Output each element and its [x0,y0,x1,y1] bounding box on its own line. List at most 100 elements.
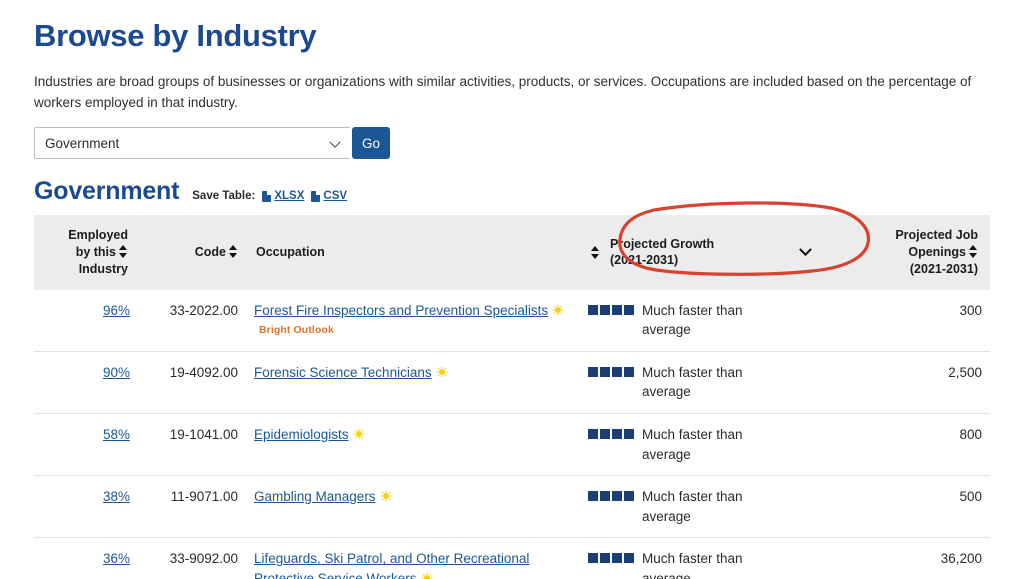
growth-bar [588,553,598,564]
table-body: 96% 33-2022.00 Forest Fire Inspectors and … [34,289,990,579]
cell-projected-openings: 36,200 [834,537,990,579]
cell-projected-openings: 2,500 [834,351,990,415]
file-xlsx-icon [262,190,272,202]
cell-employed: 90% [34,351,138,415]
file-csv-icon [311,190,321,202]
col-header-employed-l2-wrap: by this [42,244,128,261]
chevron-down-icon[interactable] [799,243,812,256]
industry-select-row: Government Go [34,127,990,160]
col-header-code-label: Code [194,245,226,260]
cell-projected-growth: Much faster than average [580,475,834,539]
occupation-link[interactable]: Forest Fire Inspectors and Prevention Sp… [254,303,548,318]
growth-bar [612,491,622,502]
table-row: 58% 19-1041.00 Epidemiologists Much faster … [34,413,990,477]
save-table-label: Save Table: [192,190,256,203]
cell-projected-growth: Much faster than average [580,289,834,352]
col-header-projected-openings[interactable]: Projected Job Openings (2021-2031) [834,215,990,290]
growth-text: Much faster than average [642,551,743,579]
growth-bar [624,366,634,377]
col-header-employed-l2: by this [75,245,116,260]
chevron-down-icon [329,136,341,148]
growth-bar [588,304,598,315]
employed-percent-link[interactable]: 38% [103,489,130,504]
growth-bar [612,553,622,564]
cell-code: 11-9071.00 [138,475,246,539]
table-row: 36% 33-9092.00 Lifeguards, Ski Patrol, and… [34,537,990,579]
cell-occupation: Epidemiologists [246,413,580,477]
growth-bars [588,487,634,502]
occupation-link[interactable]: Gambling Managers [254,489,376,504]
save-csv-link[interactable]: CSV [311,190,347,202]
industry-select-value: Government [45,135,120,151]
cell-occupation: Forensic Science Technicians [246,351,580,415]
growth-bar [600,491,610,502]
sort-icon[interactable] [229,245,238,259]
col-header-openings-l2-wrap: Openings [842,244,978,261]
cell-employed: 38% [34,475,138,539]
cell-employed: 96% [34,289,138,352]
employed-percent-link[interactable]: 96% [103,303,130,318]
bright-outlook-sun-icon [352,428,365,440]
growth-bars [588,549,634,564]
save-xlsx-link[interactable]: XLSX [262,190,304,202]
cell-occupation: Lifeguards, Ski Patrol, and Other Recrea… [246,537,580,579]
growth-bar [624,429,634,440]
sort-icon[interactable] [591,245,600,259]
bright-outlook-sun-icon [379,490,392,502]
section-header: Government Save Table: XLSX CSV [34,177,990,206]
cell-projected-growth: Much faster than average [580,413,834,477]
bright-outlook-sun-icon [435,366,448,378]
occupation-link[interactable]: Lifeguards, Ski Patrol, and Other Recrea… [254,551,529,579]
growth-bar [612,304,622,315]
growth-text: Much faster than average [642,302,743,338]
go-button[interactable]: Go [352,127,390,160]
cell-projected-growth: Much faster than average [580,537,834,579]
col-header-projected-growth[interactable]: Projected Growth (2021-2031) [580,215,834,290]
growth-bar [588,366,598,377]
occupation-link[interactable]: Forensic Science Technicians [254,365,432,380]
growth-bar [624,553,634,564]
growth-bar [612,366,622,377]
table-header-row: Employed by this Industry Code Occupatio… [34,215,990,290]
growth-bar [600,366,610,377]
sort-icon[interactable] [119,245,128,259]
col-header-employed-l1: Employed [68,228,128,243]
growth-bar [600,429,610,440]
cell-occupation: Forest Fire Inspectors and Prevention Sp… [246,289,580,352]
table-row: 38% 11-9071.00 Gambling Managers Much faste… [34,475,990,539]
growth-bar [588,491,598,502]
growth-bars [588,363,634,377]
occupation-link[interactable]: Epidemiologists [254,427,349,442]
col-header-occupation-label: Occupation [256,245,325,260]
col-header-openings-l3: (2021-2031) [909,261,978,276]
section-title: Government [34,177,180,206]
growth-bars [588,301,634,315]
employed-percent-link[interactable]: 90% [103,365,130,380]
col-header-employed[interactable]: Employed by this Industry [34,215,138,290]
cell-code: 19-4092.00 [138,351,246,415]
growth-text: Much faster than average [642,489,743,524]
table-head: Employed by this Industry Code Occupatio… [34,215,990,290]
intro-text: Industries are broad groups of businesse… [34,74,972,111]
occupations-table: Employed by this Industry Code Occupatio… [34,215,990,579]
cell-employed: 58% [34,413,138,477]
save-table-group: Save Table: XLSX CSV [192,190,347,202]
bright-outlook-sun-icon [552,304,564,316]
cell-projected-growth: Much faster than average [580,351,834,415]
growth-bar [624,304,634,315]
save-xlsx-label: XLSX [274,190,305,203]
cell-code: 19-1041.00 [138,413,246,477]
col-header-code[interactable]: Code [138,215,246,290]
col-header-openings-l2: Openings [908,245,966,260]
cell-code: 33-2022.00 [138,289,246,352]
growth-bars [588,425,634,440]
employed-percent-link[interactable]: 58% [103,427,130,442]
col-header-growth-l1: Projected Growth [610,236,715,251]
sort-icon[interactable] [969,245,978,259]
employed-percent-link[interactable]: 36% [103,551,130,566]
browse-by-industry-page: Browse by Industry Industries are broad … [0,0,1024,579]
cell-projected-openings: 500 [834,475,990,539]
table-row: 96% 33-2022.00 Forest Fire Inspectors and … [34,289,990,352]
cell-occupation: Gambling Managers [246,475,580,539]
industry-select[interactable]: Government [34,127,350,160]
